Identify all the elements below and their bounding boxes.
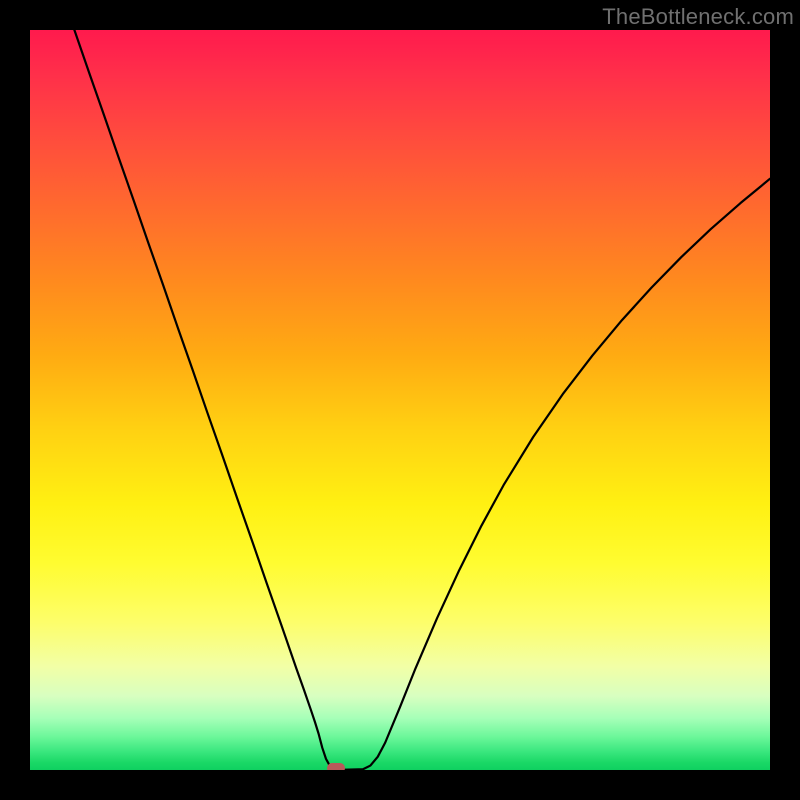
bottleneck-curve-path — [74, 30, 770, 770]
curve-svg — [30, 30, 770, 770]
plot-area — [30, 30, 770, 770]
optimal-marker — [327, 763, 345, 770]
chart-frame: TheBottleneck.com — [0, 0, 800, 800]
watermark-text: TheBottleneck.com — [602, 4, 794, 30]
